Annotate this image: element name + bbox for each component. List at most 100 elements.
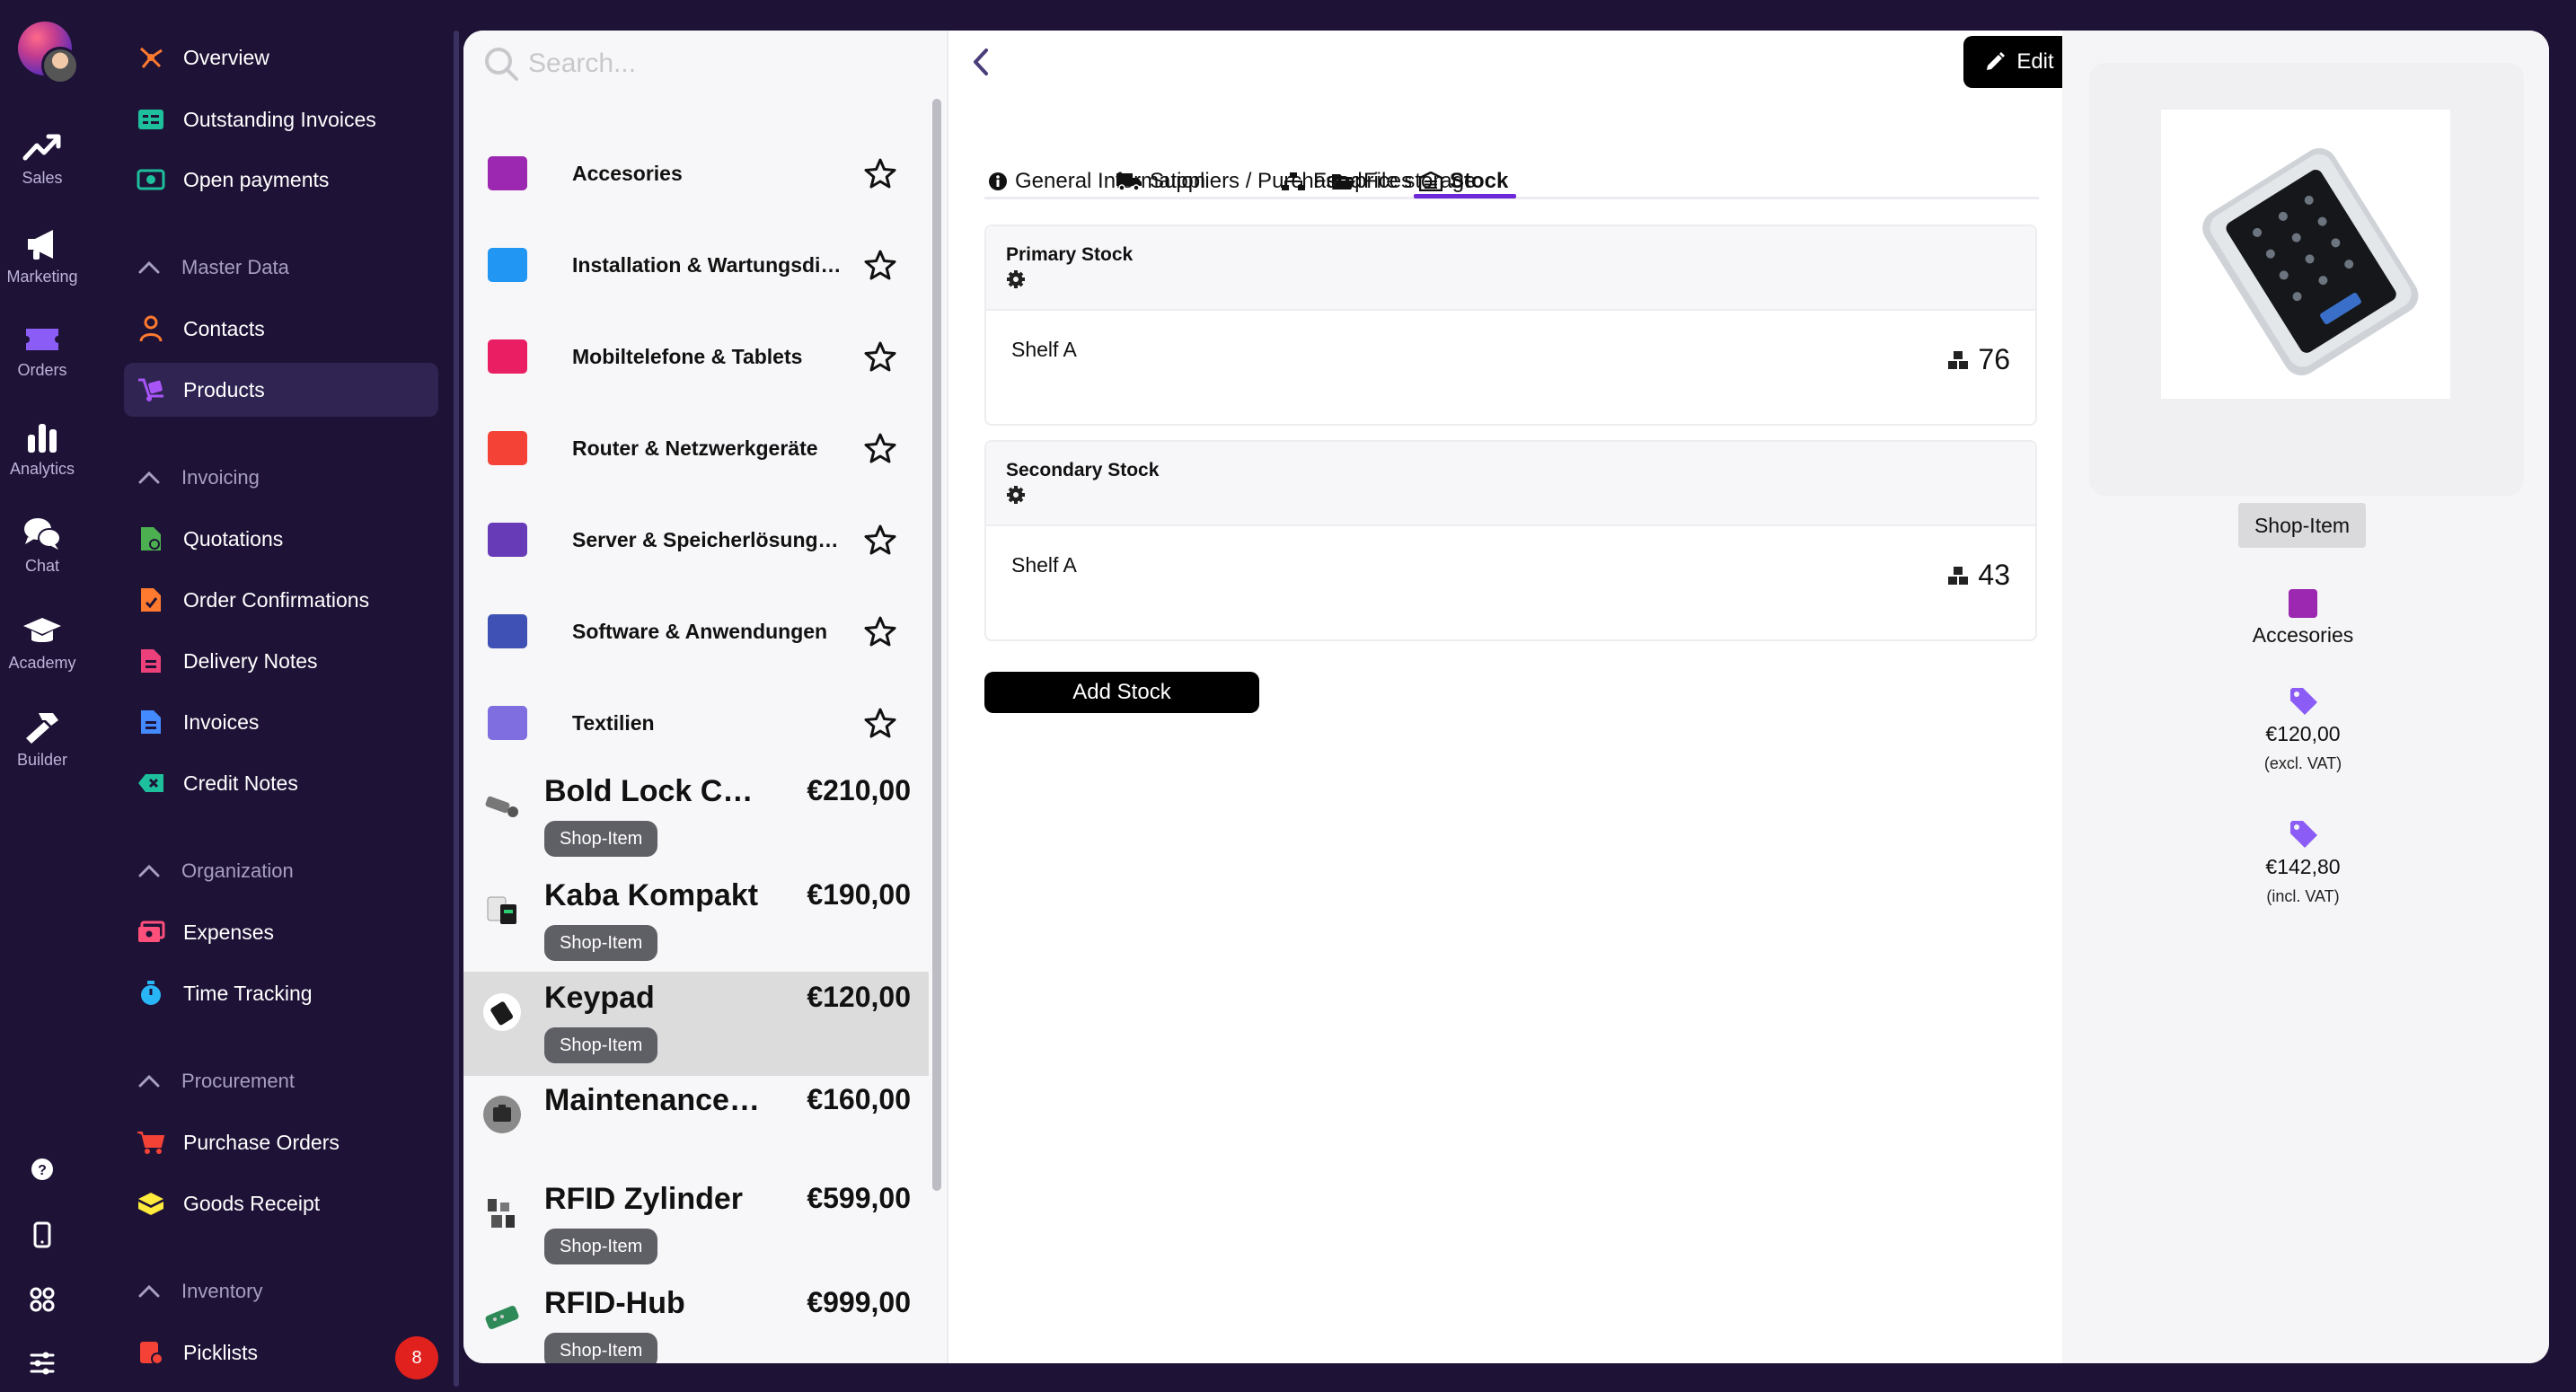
product-image[interactable] bbox=[2161, 110, 2450, 399]
mobile-button[interactable] bbox=[0, 1221, 84, 1253]
star-icon[interactable] bbox=[864, 524, 896, 559]
star-icon[interactable] bbox=[864, 250, 896, 285]
stock-quantity: 76 bbox=[1947, 343, 2010, 376]
rail-item-sales[interactable]: Sales bbox=[0, 131, 84, 188]
star-icon[interactable] bbox=[864, 616, 896, 651]
nav-label-contacts: Contacts bbox=[183, 316, 265, 340]
product-name: Kaba Kompakt bbox=[544, 878, 759, 912]
product-price: €190,00 bbox=[807, 878, 911, 911]
megaphone-icon bbox=[28, 230, 53, 260]
product-row[interactable]: RFID-Hub €999,00 Shop-Item bbox=[463, 1277, 929, 1363]
shop-item-badge: Shop-Item bbox=[2238, 503, 2366, 548]
help-icon: ? bbox=[31, 1159, 53, 1180]
gear-icon[interactable] bbox=[1006, 269, 1026, 289]
nav-item-order-confirmations[interactable]: Order Confirmations bbox=[124, 573, 438, 627]
stock-quantity-value: 43 bbox=[1978, 559, 2010, 591]
nav-section-procurement[interactable]: Procurement bbox=[137, 1063, 295, 1099]
product-row[interactable]: Keypad €120,00 Shop-Item bbox=[463, 972, 929, 1076]
back-button[interactable] bbox=[968, 47, 995, 82]
add-stock-button[interactable]: Add Stock bbox=[984, 672, 1259, 713]
help-button[interactable]: ? bbox=[0, 1157, 84, 1186]
nav-item-overview[interactable]: Overview bbox=[124, 31, 438, 84]
nav-item-outstanding-invoices[interactable]: Outstanding Invoices bbox=[124, 93, 438, 146]
nav-item-credit-notes[interactable]: Credit Notes bbox=[124, 756, 438, 810]
rail-item-orders[interactable]: Orders bbox=[0, 323, 84, 380]
product-row[interactable]: Maintenance Service €160,00 bbox=[463, 1074, 929, 1178]
nav-item-open-payments[interactable]: Open payments bbox=[124, 153, 438, 207]
rail-item-analytics[interactable]: Analytics bbox=[0, 420, 84, 479]
stock-title: Primary Stock bbox=[1006, 244, 1134, 265]
nav-section-organization[interactable]: Organization bbox=[137, 853, 294, 889]
nav-item-quotations[interactable]: Quotations bbox=[124, 512, 438, 566]
nav-section-master-data[interactable]: Master Data bbox=[137, 250, 289, 286]
nav-label-quotations: Quotations bbox=[183, 526, 284, 551]
category-name: Router & Netzwerkgeräte bbox=[572, 436, 818, 460]
order-confirmation-icon bbox=[137, 586, 165, 614]
settings-button[interactable] bbox=[0, 1351, 84, 1380]
invoice-icon bbox=[137, 708, 165, 736]
star-icon[interactable] bbox=[864, 708, 896, 743]
product-row[interactable]: RFID Zylinder €599,00 Shop-Item bbox=[463, 1173, 929, 1277]
nav-item-expenses[interactable]: Expenses bbox=[124, 905, 438, 959]
product-row[interactable]: Kaba Kompakt €190,00 Shop-Item bbox=[463, 869, 929, 974]
category-name: Accesories bbox=[2252, 623, 2354, 647]
price-tag-icon bbox=[2290, 821, 2317, 848]
edit-button[interactable]: Edit bbox=[1963, 36, 2075, 88]
edit-label: Edit bbox=[2016, 49, 2054, 74]
shelf-label: Shelf A bbox=[1011, 553, 1077, 577]
tab-label: Stock bbox=[1450, 169, 1509, 193]
category-row[interactable]: Software & Anwendungen bbox=[463, 586, 929, 677]
picklist-icon bbox=[137, 1338, 165, 1367]
category-row[interactable]: Textilien bbox=[463, 677, 929, 769]
product-name: RFID Zylinder bbox=[544, 1182, 744, 1216]
truck-icon bbox=[1116, 173, 1142, 191]
avatar[interactable] bbox=[41, 47, 79, 84]
category-row[interactable]: Installation & Wartungsdienste bbox=[463, 219, 929, 311]
price-tag-icon bbox=[2290, 688, 2317, 715]
rail-item-marketing[interactable]: Marketing bbox=[0, 226, 84, 286]
nav-item-purchase-orders[interactable]: Purchase Orders bbox=[124, 1115, 438, 1169]
star-icon[interactable] bbox=[864, 433, 896, 468]
list-scrollbar[interactable] bbox=[932, 99, 941, 1191]
stock-title: Secondary Stock bbox=[1006, 460, 1160, 480]
product-name: Keypad bbox=[544, 981, 655, 1015]
rail-item-builder[interactable]: Builder bbox=[0, 709, 84, 770]
product-detail-panel: Edit General Information Suppliers / Pur… bbox=[948, 31, 2075, 1363]
category-row[interactable]: Accesories bbox=[463, 128, 929, 219]
category-row[interactable]: Mobiltelefone & Tablets bbox=[463, 311, 929, 402]
nav-section-invoicing[interactable]: Invoicing bbox=[137, 460, 260, 496]
nav-item-contacts[interactable]: Contacts bbox=[124, 302, 438, 356]
nav-item-delivery-notes[interactable]: Delivery Notes bbox=[124, 634, 438, 688]
category-name: Installation & Wartungsdienste bbox=[572, 252, 842, 277]
stock-quantity: 43 bbox=[1947, 559, 2010, 592]
product-row[interactable]: Bold Lock Cylinder €210,00 Shop-Item bbox=[463, 765, 929, 869]
main-card: Search... Accesories Installation & Wartu… bbox=[463, 31, 2549, 1363]
nav-scrollbar[interactable] bbox=[454, 31, 459, 1387]
nav-item-picklists[interactable]: Picklists 8 bbox=[124, 1326, 438, 1379]
category-name: Textilien bbox=[572, 710, 655, 735]
nav-label-goods-receipt: Goods Receipt bbox=[183, 1191, 321, 1215]
delivery-note-icon bbox=[137, 647, 165, 675]
category-row[interactable]: Router & Netzwerkgeräte bbox=[463, 402, 929, 494]
gear-icon[interactable] bbox=[1006, 485, 1026, 505]
star-icon[interactable] bbox=[864, 341, 896, 376]
category-color-swatch bbox=[488, 431, 527, 465]
rail-item-academy[interactable]: Academy bbox=[0, 614, 84, 673]
apps-button[interactable] bbox=[0, 1286, 84, 1317]
star-icon[interactable] bbox=[864, 158, 896, 193]
nav-section-inventory[interactable]: Inventory bbox=[137, 1273, 263, 1309]
category-name: Server & Speicherlösungen bbox=[572, 527, 842, 551]
nav-item-products[interactable]: Products bbox=[124, 363, 438, 417]
nav-item-time-tracking[interactable]: Time Tracking bbox=[124, 966, 438, 1020]
category-row[interactable]: Server & Speicherlösungen bbox=[463, 494, 929, 586]
product-info-panel: Shop-Item Accesories €120,00 (excl. VAT)… bbox=[2062, 31, 2549, 1363]
nav-item-goods-receipt[interactable]: Goods Receipt bbox=[124, 1176, 438, 1230]
tab-stock[interactable]: Stock bbox=[1419, 169, 1508, 194]
expenses-icon bbox=[137, 918, 165, 947]
product-list-panel: Search... Accesories Installation & Wartu… bbox=[463, 31, 948, 1363]
stopwatch-icon bbox=[137, 979, 165, 1008]
bar-chart-icon bbox=[28, 424, 57, 453]
rail-item-chat[interactable]: Chat bbox=[0, 515, 84, 576]
nav-item-invoices[interactable]: Invoices bbox=[124, 695, 438, 749]
search-input[interactable]: Search... bbox=[483, 43, 636, 84]
